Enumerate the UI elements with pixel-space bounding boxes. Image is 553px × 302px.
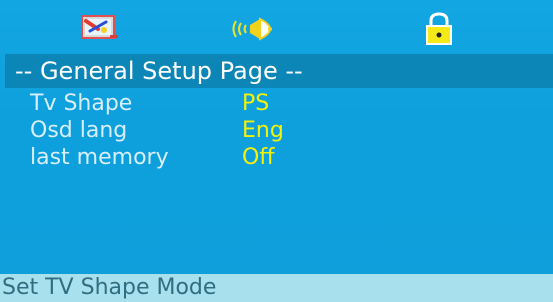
page-title: -- General Setup Page --: [15, 57, 303, 85]
setting-label: last memory: [30, 145, 169, 170]
setting-value[interactable]: PS: [242, 91, 269, 117]
audio-speaker-icon[interactable]: [228, 16, 284, 46]
page-title-bar: -- General Setup Page --: [5, 54, 553, 88]
lock-icon[interactable]: [419, 12, 459, 45]
setup-screen: -- General Setup Page -- Tv Shape PS Osd…: [0, 0, 553, 302]
status-text: Set TV Shape Mode: [2, 275, 217, 300]
setting-row-tv-shape[interactable]: Tv Shape PS: [0, 91, 553, 117]
setting-value[interactable]: Eng: [242, 118, 284, 144]
setting-value[interactable]: Off: [242, 145, 274, 171]
setting-row-last-memory[interactable]: last memory Off: [0, 145, 553, 171]
status-bar: Set TV Shape Mode: [0, 274, 553, 302]
general-setup-icon[interactable]: [80, 13, 120, 43]
setting-label: Osd lang: [30, 118, 128, 143]
setting-label: Tv Shape: [30, 91, 133, 116]
setup-tab-bar: [0, 0, 553, 52]
setting-row-osd-lang[interactable]: Osd lang Eng: [0, 118, 553, 144]
